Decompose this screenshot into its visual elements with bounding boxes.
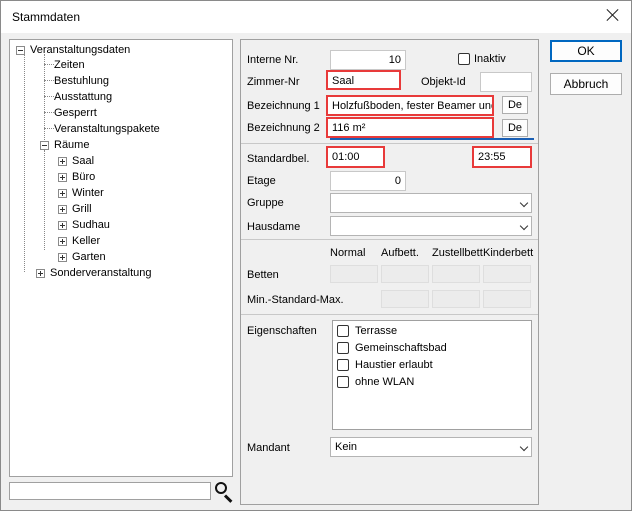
tree-item-ausstattung[interactable]: Ausstattung	[54, 89, 112, 105]
abbruch-button[interactable]: Abbruch	[550, 73, 622, 95]
inaktiv-label: Inaktiv	[474, 53, 506, 65]
etage-field[interactable]: 0	[330, 171, 406, 191]
search-icon[interactable]	[213, 480, 235, 503]
expand-icon[interactable]	[36, 269, 45, 278]
etage-label: Etage	[247, 175, 276, 187]
expand-icon[interactable]	[58, 221, 67, 230]
betten-kinderbett-field[interactable]	[483, 265, 531, 283]
bezeichnung2-field[interactable]: 116 m²	[326, 117, 494, 138]
separator	[241, 143, 538, 144]
column-header-aufbett: Aufbett.	[381, 247, 419, 259]
column-header-zustellbett: Zustellbett	[432, 247, 483, 259]
ok-button[interactable]: OK	[550, 40, 622, 62]
interne-nr-label: Interne Nr.	[247, 54, 299, 66]
separator	[241, 239, 538, 240]
column-header-normal: Normal	[330, 247, 366, 259]
navigation-tree[interactable]: Veranstaltungsdaten Zeiten Bestuhlung Au…	[9, 39, 233, 477]
expand-icon[interactable]	[58, 189, 67, 198]
betten-normal-field[interactable]	[330, 265, 378, 283]
interne-nr-field[interactable]: 10	[330, 50, 406, 70]
hausdame-label: Hausdame	[247, 221, 301, 233]
title-bar: Stammdaten	[1, 1, 631, 33]
inaktiv-checkbox[interactable]	[458, 53, 470, 65]
bezeichnung2-label: Bezeichnung 2	[247, 122, 320, 134]
min-standard-max-label: Min.-Standard-Max.	[247, 294, 344, 306]
chevron-down-icon	[519, 198, 529, 208]
expand-icon[interactable]	[58, 173, 67, 182]
zimmer-nr-label: Zimmer-Nr	[247, 76, 300, 88]
ohne-wlan-checkbox[interactable]	[337, 376, 349, 388]
zimmer-nr-field[interactable]: Saal	[326, 70, 401, 90]
betten-aufbett-field[interactable]	[381, 265, 429, 283]
standard-field[interactable]	[432, 290, 480, 308]
chevron-down-icon	[519, 221, 529, 231]
mandant-dropdown[interactable]: Kein	[330, 437, 532, 457]
column-header-kinderbett: Kinderbett	[483, 247, 534, 259]
tree-item-gesperrt[interactable]: Gesperrt	[54, 105, 97, 121]
haustier-erlaubt-checkbox[interactable]	[337, 359, 349, 371]
gruppe-label: Gruppe	[247, 197, 284, 209]
min-field[interactable]	[381, 290, 429, 308]
standardbel-from-field[interactable]: 01:00	[326, 146, 385, 168]
bezeichnung1-field[interactable]: Holzfußboden, fester Beamer und	[326, 95, 494, 116]
eigenschaften-list[interactable]: Terrasse Gemeinschaftsbad Haustier erlau…	[332, 320, 532, 430]
terrasse-checkbox[interactable]	[337, 325, 349, 337]
bezeichnung1-label: Bezeichnung 1	[247, 100, 320, 112]
tree-item-veranstaltungspakete[interactable]: Veranstaltungspakete	[54, 121, 160, 137]
betten-label: Betten	[247, 269, 279, 281]
expand-icon[interactable]	[58, 237, 67, 246]
close-icon[interactable]	[605, 7, 621, 23]
chevron-down-icon	[519, 442, 529, 452]
tree-item-zeiten[interactable]: Zeiten	[54, 57, 85, 73]
hausdame-dropdown[interactable]	[330, 216, 532, 236]
tree-search-input[interactable]	[9, 482, 211, 500]
max-field[interactable]	[483, 290, 531, 308]
expand-icon[interactable]	[58, 157, 67, 166]
expand-icon[interactable]	[58, 253, 67, 262]
objekt-id-label: Objekt-Id	[421, 76, 466, 88]
gruppe-dropdown[interactable]	[330, 193, 532, 213]
eigenschaften-label: Eigenschaften	[247, 325, 317, 337]
bezeichnung1-language-button[interactable]: De	[502, 96, 528, 114]
separator	[241, 314, 538, 315]
collapse-icon[interactable]	[16, 46, 25, 55]
bezeichnung2-language-button[interactable]: De	[502, 119, 528, 137]
expand-icon[interactable]	[58, 205, 67, 214]
standardbel-to-field[interactable]: 23:55	[472, 146, 532, 168]
betten-zustellbett-field[interactable]	[432, 265, 480, 283]
gemeinschaftsbad-checkbox[interactable]	[337, 342, 349, 354]
standardbel-label: Standardbel.	[247, 153, 310, 165]
tree-item-bestuhlung[interactable]: Bestuhlung	[54, 73, 109, 89]
objekt-id-field[interactable]	[480, 72, 532, 92]
mandant-label: Mandant	[247, 442, 290, 454]
collapse-icon[interactable]	[40, 141, 49, 150]
active-field-underline	[330, 138, 534, 140]
window-title: Stammdaten	[12, 10, 81, 24]
